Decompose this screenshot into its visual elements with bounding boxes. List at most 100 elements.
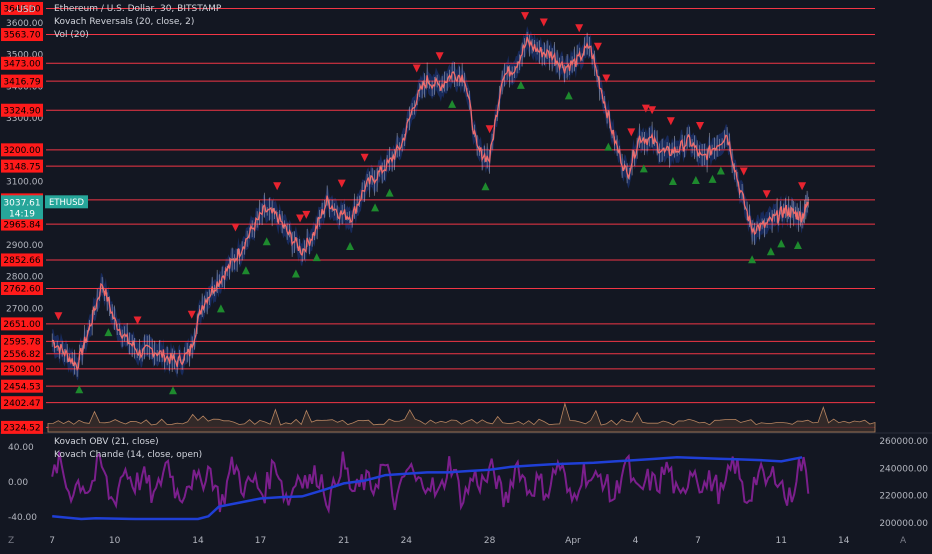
obv-y-tick-label: 240000.00 [879, 464, 928, 474]
osc-y-tick-label: 0.00 [8, 478, 28, 488]
down-reversal-marker [627, 128, 636, 137]
obv-y-tick-label: 220000.00 [879, 492, 928, 502]
up-reversal-marker [168, 386, 177, 395]
down-reversal-marker [739, 167, 748, 176]
down-reversal-marker [187, 310, 196, 319]
level-label: 2965.84 [3, 220, 40, 230]
level-label: 2651.00 [3, 320, 40, 330]
up-reversal-marker [291, 269, 300, 278]
level-label: 2595.78 [3, 338, 40, 348]
x-tick-label: 24 [401, 536, 413, 546]
down-reversal-marker [133, 316, 142, 325]
symbol-tag: ETHUSD [49, 198, 85, 208]
level-label: 3473.00 [3, 59, 40, 69]
y-tick-label: 2900.00 [6, 241, 43, 251]
symbol-title: Ethereum / U.S. Dollar, 30, BITSTAMP [54, 4, 222, 14]
y-tick-label: 3600.00 [6, 19, 43, 29]
indicator-legend-obv[interactable]: Kovach OBV (21, close) [54, 437, 159, 447]
x-tick-label: 4 [633, 536, 639, 546]
x-tick-label: 11 [776, 536, 787, 546]
down-reversal-marker [273, 182, 282, 191]
currency-menu[interactable]: ⌄ USD [6, 5, 36, 15]
auto-scale-button[interactable]: A [900, 536, 906, 546]
up-reversal-marker [777, 239, 786, 248]
x-tick-label: 7 [695, 536, 701, 546]
up-reversal-marker [639, 164, 648, 173]
volume-histogram [47, 402, 876, 433]
level-label: 2324.52 [3, 424, 40, 434]
y-tick-label: 2700.00 [6, 304, 43, 314]
up-reversal-marker [448, 99, 457, 108]
obv-y-tick-label: 260000.00 [879, 437, 928, 447]
up-reversal-marker [708, 174, 717, 183]
up-reversal-marker [104, 328, 113, 337]
currency-label: USD [16, 5, 36, 15]
up-reversal-marker [564, 91, 573, 100]
x-tick-label: Apr [565, 536, 581, 546]
x-tick-label: 17 [255, 536, 266, 546]
down-reversal-marker [696, 122, 705, 131]
indicator-legend-chande[interactable]: Kovach Chande (14, close, open) [54, 450, 202, 460]
up-reversal-marker [312, 253, 321, 262]
down-reversal-marker [337, 179, 346, 188]
x-tick-label: 21 [338, 536, 349, 546]
up-reversal-marker [766, 247, 775, 256]
chart-title: Ethereum / U.S. Dollar, 30, BITSTAMP [54, 4, 221, 14]
down-reversal-marker [539, 18, 548, 27]
x-tick-label: 28 [484, 536, 496, 546]
down-reversal-marker [798, 182, 807, 191]
down-reversal-marker [360, 153, 369, 162]
down-reversal-marker [666, 117, 675, 126]
chevron-down-icon: ⌄ [6, 5, 17, 15]
level-label: 3563.70 [3, 31, 40, 41]
down-reversal-marker [54, 312, 63, 321]
up-reversal-marker [385, 188, 394, 197]
down-reversal-marker [296, 214, 305, 223]
osc-y-tick-label: 40.00 [8, 443, 34, 453]
down-reversal-marker [521, 12, 530, 21]
indicator-legend-volume[interactable]: Vol (20) [54, 30, 89, 40]
x-tick-label: 14 [192, 536, 204, 546]
level-label: 3200.00 [3, 146, 40, 156]
down-reversal-marker [412, 64, 421, 73]
up-reversal-marker [216, 304, 225, 313]
level-label: 3416.79 [3, 77, 40, 87]
up-reversal-marker [604, 142, 613, 151]
indicator-legend-reversals[interactable]: Kovach Reversals (20, close, 2) [54, 17, 194, 27]
y-tick-label: 2800.00 [6, 273, 43, 283]
main-chart[interactable]: 3600.003500.003400.003300.003100.003000.… [0, 0, 932, 550]
level-label: 2852.66 [3, 256, 40, 266]
up-reversal-marker [516, 80, 525, 89]
y-tick-label: 3100.00 [6, 178, 43, 188]
current-price-countdown: 14:19 [9, 209, 35, 219]
x-tick-label: 10 [109, 536, 121, 546]
current-price-value: 3037.61 [3, 198, 40, 208]
zoom-button[interactable]: Z [8, 536, 14, 546]
up-reversal-marker [241, 266, 250, 275]
up-reversal-marker [371, 203, 380, 212]
up-reversal-marker [668, 177, 677, 186]
level-label: 3324.90 [3, 106, 40, 116]
up-reversal-marker [716, 166, 725, 175]
down-reversal-marker [435, 52, 444, 61]
down-reversal-marker [641, 104, 650, 113]
level-label: 2454.53 [3, 382, 40, 392]
chart-root: 3600.003500.003400.003300.003100.003000.… [0, 0, 932, 550]
up-reversal-marker [481, 182, 490, 191]
level-label: 2402.47 [3, 399, 40, 409]
osc-y-tick-label: -40.00 [8, 513, 37, 523]
x-tick-label: 14 [838, 536, 850, 546]
x-tick-label: 7 [49, 536, 55, 546]
level-label: 2509.00 [3, 365, 40, 375]
down-reversal-marker [593, 42, 602, 51]
up-reversal-marker [793, 240, 802, 249]
up-reversal-marker [748, 255, 757, 264]
obv-y-tick-label: 200000.00 [879, 519, 928, 529]
level-label: 3148.75 [3, 162, 40, 172]
down-reversal-marker [762, 190, 771, 199]
up-reversal-marker [346, 242, 355, 251]
chande-line [51, 451, 810, 515]
up-reversal-marker [691, 175, 700, 184]
up-reversal-marker [262, 237, 271, 246]
level-label: 2556.82 [3, 350, 40, 360]
